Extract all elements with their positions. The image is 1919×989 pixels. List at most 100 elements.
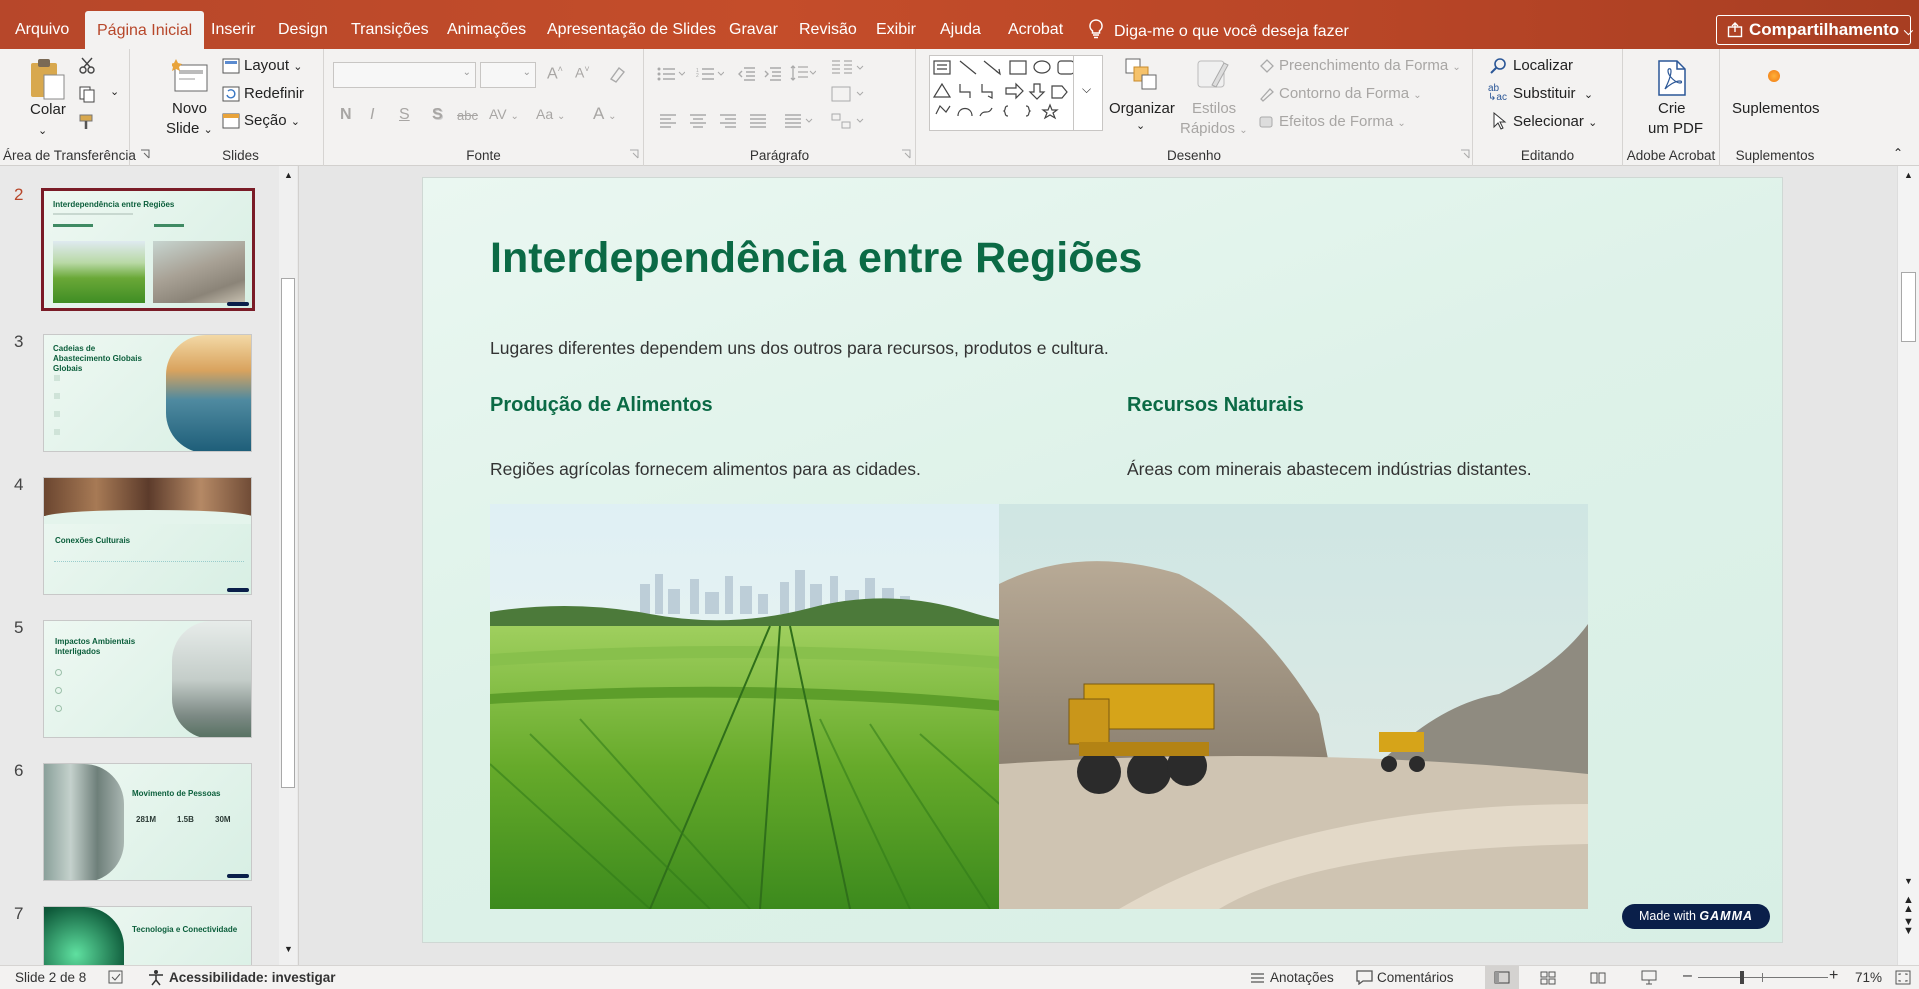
chevron-down-icon[interactable]: ⌄ — [1136, 119, 1145, 132]
bullets-icon[interactable] — [657, 66, 685, 82]
share-button[interactable]: Compartilhamento ⌵ — [1716, 15, 1913, 45]
font-color-button[interactable]: A ⌄ — [593, 104, 617, 124]
columns-icon[interactable] — [831, 58, 865, 78]
thumbnail-scrollbar[interactable]: ▲ ▼ — [279, 166, 297, 965]
accessibility-status[interactable]: Acessibilidade: investigar — [169, 970, 336, 985]
numbering-icon[interactable]: 12 — [696, 66, 724, 82]
quick-styles-line2[interactable]: Rápidos ⌄ — [1180, 120, 1248, 137]
tab-ajuda[interactable]: Ajuda — [928, 10, 993, 49]
thumbnail-slide-7[interactable]: Tecnologia e Conectividade — [43, 906, 252, 965]
copy-icon[interactable] — [78, 85, 96, 103]
font-family-combo[interactable]: ⌄ — [333, 62, 476, 88]
align-left-icon[interactable] — [659, 113, 677, 129]
addins-button[interactable]: Suplementos — [1732, 100, 1820, 117]
fit-to-window-icon[interactable] — [1895, 970, 1911, 985]
left-column-heading[interactable]: Produção de Alimentos — [490, 394, 713, 417]
section-button[interactable]: Seção ⌄ — [244, 112, 300, 129]
slide-sorter-icon[interactable] — [1540, 971, 1556, 985]
char-spacing-button[interactable]: AV ⌄ — [489, 106, 519, 122]
thumbnail-scroll-thumb[interactable] — [281, 278, 295, 788]
thumbnail-slide-6[interactable]: Movimento de Pessoas 281M 1.5B 30M — [43, 763, 252, 881]
text-direction-icon[interactable] — [831, 85, 865, 103]
next-slide-icon[interactable]: ▼ ▼ — [1903, 917, 1914, 937]
dialog-launcher-icon[interactable] — [629, 149, 639, 159]
replace-button[interactable]: Substituir ⌄ — [1513, 85, 1593, 102]
tell-me-search[interactable]: Diga-me o que você deseja fazer — [1088, 19, 1349, 41]
create-pdf-line1[interactable]: Crie — [1658, 100, 1686, 117]
shapes-gallery[interactable] — [929, 55, 1079, 131]
thumbnail-slide-3[interactable]: Cadeias de Abastecimento Globais Globais — [43, 334, 252, 452]
shadow-button[interactable]: S — [432, 106, 443, 124]
column-layout-icon[interactable] — [784, 113, 814, 129]
shapes-more-button[interactable]: ⌵ — [1073, 55, 1103, 131]
zoom-level[interactable]: 71% — [1855, 970, 1882, 985]
clear-formatting-icon[interactable] — [608, 65, 626, 83]
tab-inserir[interactable]: Inserir — [199, 10, 267, 49]
bold-button[interactable]: N — [340, 106, 352, 124]
layout-button[interactable]: Layout ⌄ — [244, 57, 302, 74]
current-slide[interactable]: Interdependência entre Regiões Lugares d… — [422, 177, 1783, 943]
dialog-launcher-icon[interactable] — [901, 149, 911, 159]
font-size-combo[interactable]: ⌄ — [480, 62, 536, 88]
shape-outline-button[interactable]: Contorno da Forma ⌄ — [1279, 85, 1422, 102]
line-spacing-icon[interactable] — [790, 64, 816, 84]
zoom-in-button[interactable]: + — [1829, 967, 1838, 985]
zoom-slider[interactable] — [1698, 977, 1828, 978]
dialog-launcher-icon[interactable] — [140, 149, 150, 159]
align-center-icon[interactable] — [689, 113, 707, 129]
scroll-down-icon[interactable]: ▼ — [1904, 876, 1913, 886]
slideshow-icon[interactable] — [1641, 970, 1657, 985]
dialog-launcher-icon[interactable] — [1460, 149, 1470, 159]
justify-icon[interactable] — [749, 113, 767, 129]
thumbnail-slide-5[interactable]: Impactos Ambientais Interligados — [43, 620, 252, 738]
shrink-font-icon[interactable]: A˅ — [575, 64, 590, 81]
zoom-slider-thumb[interactable] — [1740, 971, 1744, 984]
decrease-indent-icon[interactable] — [738, 66, 756, 82]
comments-button[interactable]: Comentários — [1377, 970, 1454, 985]
collapse-ribbon-icon[interactable]: ⌃ — [1893, 146, 1903, 160]
smartart-icon[interactable] — [831, 112, 865, 130]
strikethrough-button[interactable]: abc — [457, 108, 478, 123]
create-pdf-line2[interactable]: um PDF — [1648, 120, 1703, 137]
shape-fill-button[interactable]: Preenchimento da Forma ⌄ — [1279, 57, 1461, 74]
right-column-text[interactable]: Áreas com minerais abastecem indústrias … — [1127, 459, 1532, 480]
slide-scrollbar[interactable]: ▲ ▼ ▲ ▲ ▼ ▼ — [1897, 166, 1919, 965]
thumbnail-slide-4[interactable]: Conexões Culturais — [43, 477, 252, 595]
made-with-gamma-badge[interactable]: Made with GAMMA — [1622, 904, 1770, 929]
arrange-button[interactable]: Organizar — [1109, 100, 1175, 117]
tab-acrobat[interactable]: Acrobat — [996, 10, 1075, 49]
mining-trucks-image[interactable] — [999, 504, 1588, 909]
scroll-up-icon[interactable]: ▲ — [1904, 170, 1913, 180]
chevron-down-icon[interactable]: ⌄ — [38, 124, 47, 137]
thumbnail-slide-2[interactable]: Interdependência entre Regiões — [41, 188, 255, 311]
reset-button[interactable]: Redefinir — [244, 85, 304, 102]
italic-button[interactable]: I — [370, 106, 374, 124]
tab-apresentacao[interactable]: Apresentação de Slides — [535, 10, 728, 49]
zoom-out-button[interactable]: – — [1683, 967, 1692, 985]
reading-view-icon[interactable] — [1590, 971, 1606, 985]
grow-font-icon[interactable]: A˄ — [547, 64, 563, 83]
chevron-down-icon[interactable]: ⌄ — [110, 85, 119, 98]
previous-slide-icon[interactable]: ▲ ▲ — [1903, 895, 1914, 915]
tab-transicoes[interactable]: Transições — [339, 10, 441, 49]
tab-revisao[interactable]: Revisão — [787, 10, 869, 49]
increase-indent-icon[interactable] — [764, 66, 782, 82]
normal-view-button[interactable] — [1485, 966, 1519, 989]
cut-icon[interactable] — [78, 57, 96, 75]
notes-check-icon[interactable] — [108, 970, 124, 985]
paste-button[interactable]: Colar — [30, 101, 66, 118]
underline-button[interactable]: S — [399, 106, 410, 124]
tab-exibir[interactable]: Exibir — [864, 10, 928, 49]
new-slide-button-line2[interactable]: Slide ⌄ — [166, 120, 213, 137]
align-right-icon[interactable] — [719, 113, 737, 129]
scroll-up-icon[interactable]: ▲ — [284, 170, 293, 180]
scroll-down-icon[interactable]: ▼ — [284, 944, 293, 954]
tab-animacoes[interactable]: Animações — [435, 10, 538, 49]
left-column-text[interactable]: Regiões agrícolas fornecem alimentos par… — [490, 459, 921, 480]
tab-gravar[interactable]: Gravar — [717, 10, 790, 49]
accessibility-icon[interactable] — [147, 969, 165, 986]
shape-effects-button[interactable]: Efeitos de Forma ⌄ — [1279, 113, 1406, 130]
tab-arquivo[interactable]: Arquivo — [3, 10, 81, 49]
tab-design[interactable]: Design — [266, 10, 340, 49]
slide-subtitle[interactable]: Lugares diferentes dependem uns dos outr… — [490, 338, 1109, 359]
